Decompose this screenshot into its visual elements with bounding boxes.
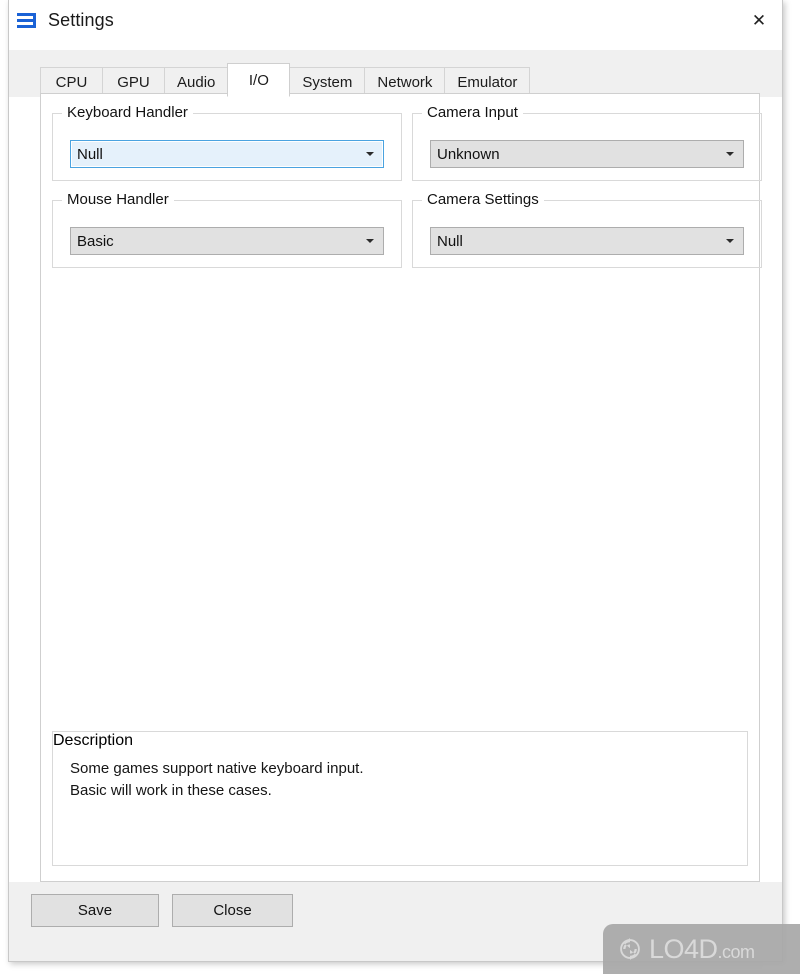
group-description: Description Some games support native ke… [52,731,748,866]
camera-input-select[interactable]: Unknown [430,140,744,168]
settings-window: Settings ✕ CPU GPU Audio I/O System Netw… [8,0,783,962]
watermark: LO4D.com [603,924,800,974]
camera-input-value: Unknown [437,145,500,163]
watermark-tld: .com [717,941,756,962]
title-bar: Settings ✕ [9,0,782,49]
chevron-down-icon [721,239,743,243]
chevron-down-icon [721,152,743,156]
window-title: Settings [48,10,114,30]
keyboard-handler-value: Null [77,145,103,163]
watermark-text: LO4D.com [649,933,756,964]
tab-list: CPU GPU Audio I/O System Network Emulato… [40,63,531,97]
close-button[interactable]: Close [172,894,293,927]
description-text: Some games support native keyboard input… [70,760,364,799]
title-bar-left: Settings [17,10,114,30]
stacked-bars-icon [17,10,41,30]
keyboard-handler-select[interactable]: Null [70,140,384,168]
group-title-camera-settings: Camera Settings [422,191,544,208]
mouse-handler-select[interactable]: Basic [70,227,384,255]
mouse-handler-value: Basic [77,232,114,250]
tab-content-io: Keyboard Handler Null Camera Input Unkno… [40,93,762,882]
camera-settings-select[interactable]: Null [430,227,744,255]
refresh-circle-icon [620,937,640,961]
close-icon[interactable]: ✕ [736,0,782,40]
group-title-mouse-handler: Mouse Handler [62,191,174,208]
group-mouse-handler: Mouse Handler Basic [52,191,402,268]
watermark-name: LO4D [649,933,718,964]
group-camera-input: Camera Input Unknown [412,104,762,181]
group-keyboard-handler: Keyboard Handler Null [52,104,402,181]
group-camera-settings: Camera Settings Null [412,191,762,268]
group-title-camera-input: Camera Input [422,104,523,121]
chevron-down-icon [361,152,383,156]
group-title-description: Description [53,732,134,749]
tab-io[interactable]: I/O [227,63,291,97]
save-button[interactable]: Save [31,894,159,927]
camera-settings-value: Null [437,232,463,250]
tab-strip: CPU GPU Audio I/O System Network Emulato… [9,49,782,97]
group-title-keyboard-handler: Keyboard Handler [62,104,193,121]
chevron-down-icon [361,239,383,243]
